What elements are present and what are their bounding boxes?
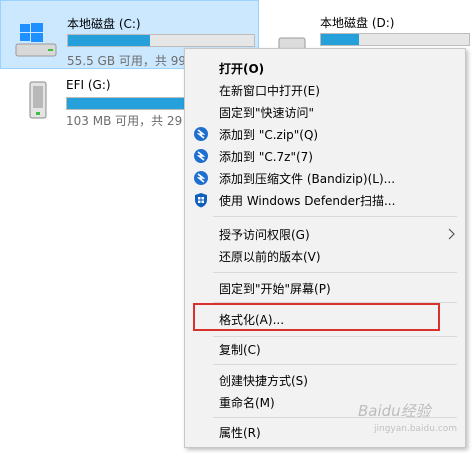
bandizip-icon (194, 149, 208, 163)
menu-item-label: 添加到压缩文件 (Bandizip)(L)... (219, 172, 396, 186)
menu-item-label: 授予访问权限(G) (219, 228, 310, 242)
menu-item-label: 固定到"快速访问" (219, 106, 315, 120)
drive-g-name: EFI (G:) (66, 78, 111, 92)
menu-item-create-shortcut[interactable]: 创建快捷方式(S) (185, 369, 465, 391)
windows-drive-icon (15, 23, 57, 57)
menu-item-label: 使用 Windows Defender扫描... (219, 194, 396, 208)
watermark-text: Baidu经验 (358, 402, 431, 420)
menu-item-add-bandizip[interactable]: 添加到压缩文件 (Bandizip)(L)... (185, 167, 465, 189)
menu-separator (213, 216, 457, 217)
drive-d-usage-bar (320, 33, 470, 46)
chevron-right-icon (448, 228, 455, 240)
menu-item-add-zip[interactable]: 添加到 "C.zip"(Q) (185, 123, 465, 145)
drive-d-usage-fill (321, 34, 360, 45)
menu-item-open-new-window[interactable]: 在新窗口中打开(E) (185, 79, 465, 101)
menu-item-label: 还原以前的版本(V) (219, 250, 321, 264)
menu-item-label: 打开(O) (219, 62, 265, 76)
menu-separator (213, 272, 457, 273)
drive-g-usage-fill (67, 98, 185, 109)
drive-d-name: 本地磁盘 (D:) (320, 16, 395, 30)
menu-item-add-7z[interactable]: 添加到 "C.7z"(7) (185, 145, 465, 167)
menu-separator (213, 336, 457, 337)
drive-g-size-text: 103 MB 可用，共 29 (66, 114, 183, 128)
bandizip-icon (194, 171, 208, 185)
menu-item-label: 复制(C) (219, 343, 261, 357)
drive-c-size-text: 55.5 GB 可用，共 99 (67, 54, 186, 68)
menu-separator (213, 364, 457, 365)
format-highlight-box (193, 303, 440, 331)
menu-item-copy[interactable]: 复制(C) (185, 338, 465, 360)
menu-item-defender-scan[interactable]: 使用 Windows Defender扫描... (185, 189, 465, 211)
menu-item-pin-start[interactable]: 固定到"开始"屏幕(P) (185, 277, 465, 299)
watermark-subtext: jingyan.baidu.com (374, 424, 458, 434)
menu-item-label: 创建快捷方式(S) (219, 374, 308, 388)
context-menu: 打开(O) 在新窗口中打开(E) 固定到"快速访问" 添加到 "C.zip"(Q… (184, 48, 466, 448)
windows-defender-icon (195, 193, 207, 208)
menu-item-label: 在新窗口中打开(E) (219, 84, 320, 98)
bandizip-icon (194, 127, 208, 141)
drive-c-usage-fill (68, 35, 150, 46)
menu-item-grant-access[interactable]: 授予访问权限(G) (185, 223, 465, 245)
menu-item-label: 添加到 "C.7z"(7) (219, 150, 313, 164)
drive-c-usage-bar (67, 34, 255, 47)
usb-drive-icon (29, 81, 47, 119)
menu-item-pin-quick-access[interactable]: 固定到"快速访问" (185, 101, 465, 123)
drive-c-name: 本地磁盘 (C:) (67, 17, 141, 31)
menu-item-label: 添加到 "C.zip"(Q) (219, 128, 319, 142)
menu-item-open[interactable]: 打开(O) (185, 57, 465, 79)
menu-item-label: 固定到"开始"屏幕(P) (219, 282, 331, 296)
menu-item-restore-versions[interactable]: 还原以前的版本(V) (185, 245, 465, 267)
menu-item-label: 属性(R) (219, 426, 261, 440)
menu-item-label: 重命名(M) (219, 396, 275, 410)
